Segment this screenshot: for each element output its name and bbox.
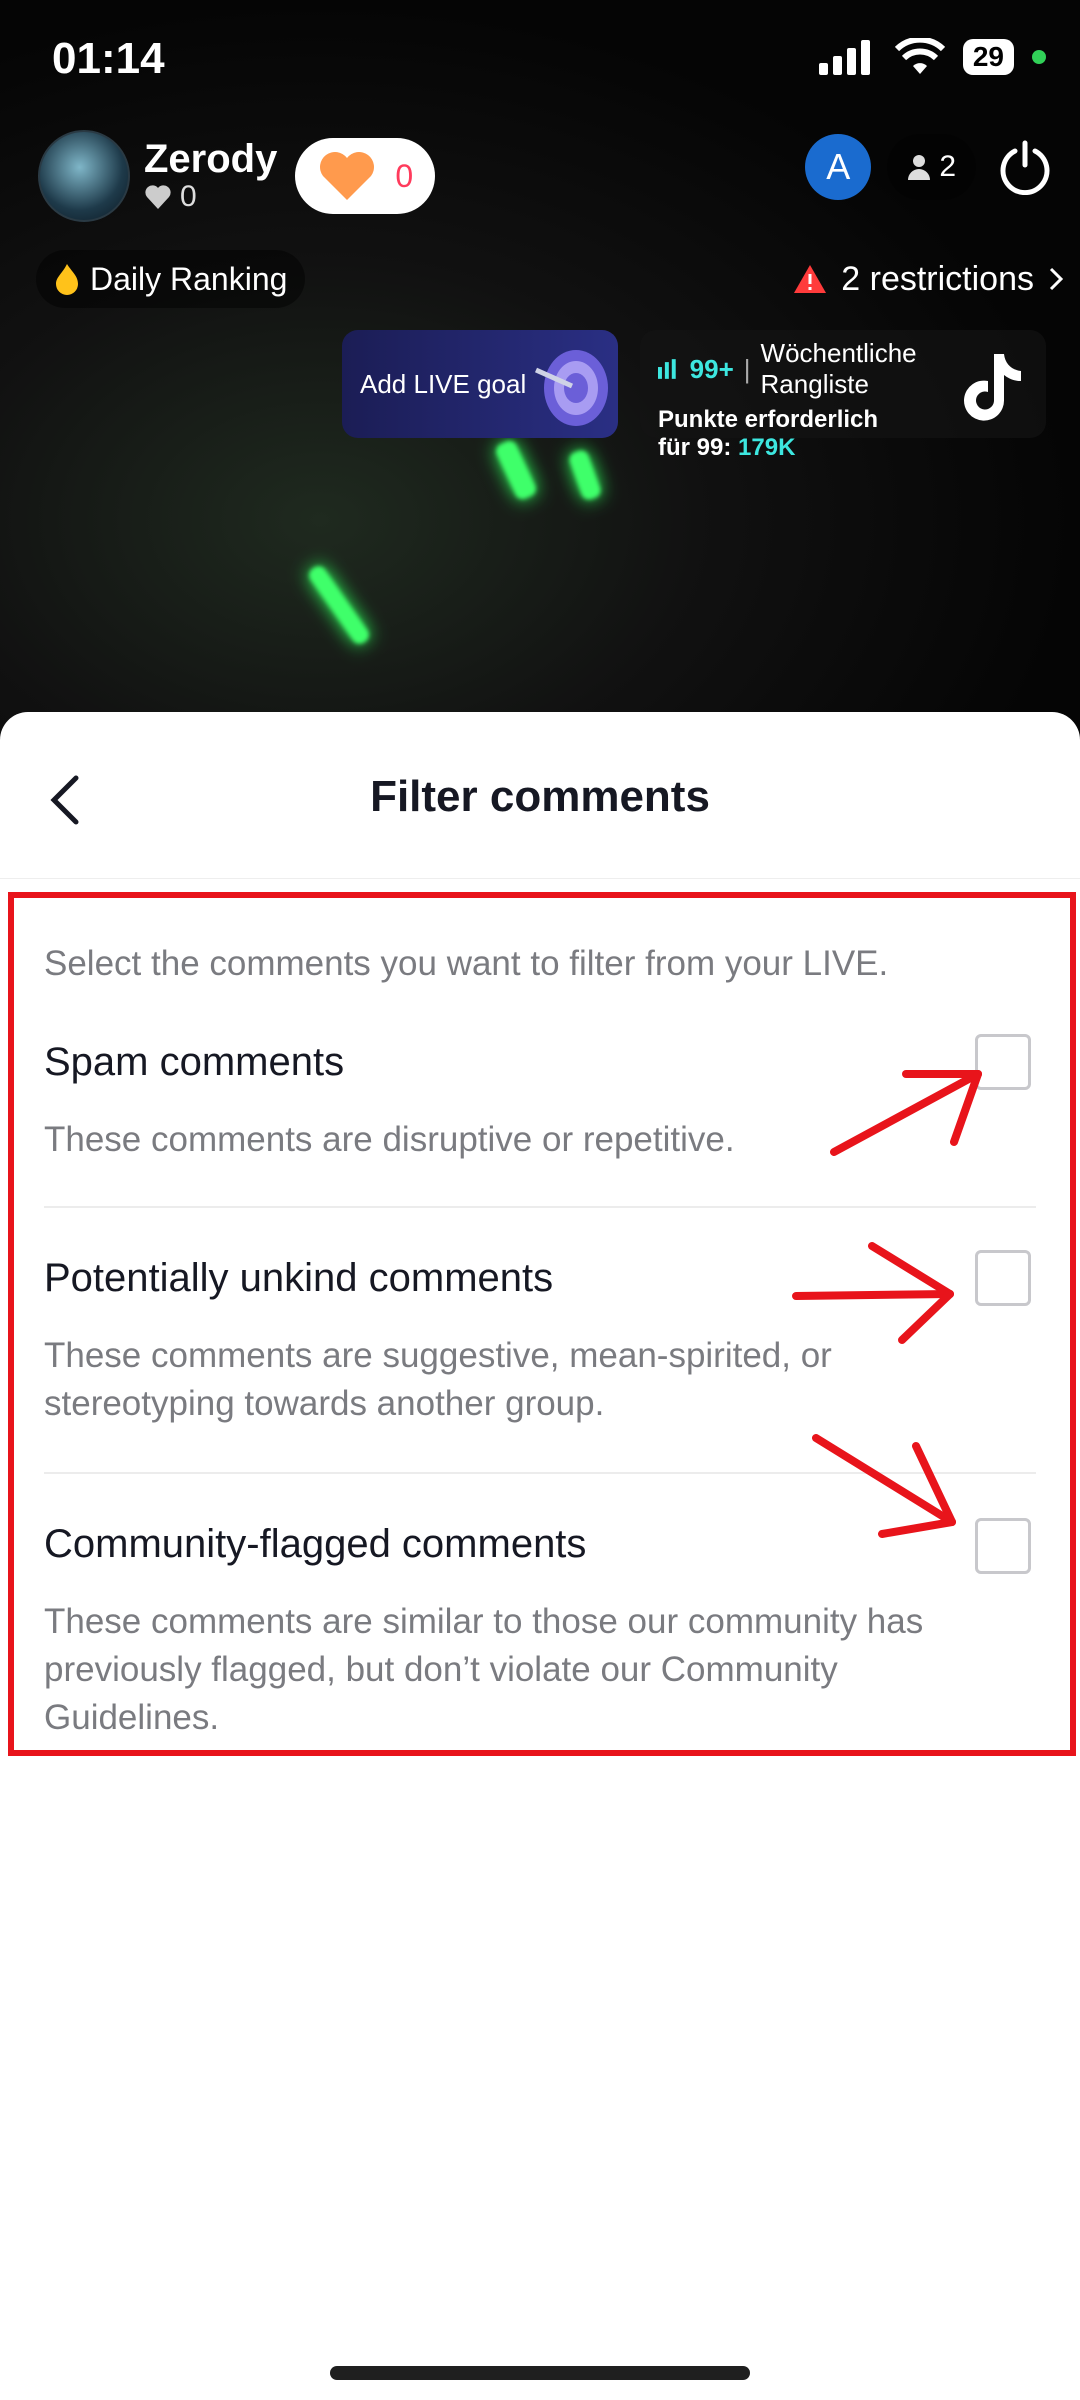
status-icons: 29 xyxy=(817,38,1046,76)
status-time: 01:14 xyxy=(52,34,165,83)
person-icon xyxy=(908,155,931,180)
target-icon xyxy=(534,350,608,426)
weekly-points-value: 179K xyxy=(738,434,796,461)
viewer-count: 2 xyxy=(939,150,956,183)
annotation-arrow-icon xyxy=(812,1434,956,1538)
heart-icon xyxy=(145,185,171,209)
tiktok-logo-icon xyxy=(964,354,1021,421)
host-name: Zerody xyxy=(144,137,278,181)
glow-mark xyxy=(567,448,603,502)
signal-icon xyxy=(818,40,870,75)
daily-ranking-button[interactable]: Daily Ranking xyxy=(36,250,306,308)
gift-pill[interactable]: 0 xyxy=(295,138,436,214)
host-likes-count: 0 xyxy=(180,180,197,213)
battery-indicator: 29 xyxy=(962,39,1014,75)
rank-bars-icon xyxy=(658,359,676,379)
annotation-arrow-icon xyxy=(830,1070,982,1156)
privacy-dot-icon xyxy=(1032,50,1046,64)
power-icon xyxy=(1000,140,1050,195)
warning-icon xyxy=(794,265,827,293)
sheet-title: Filter comments xyxy=(370,772,710,821)
gift-count: 0 xyxy=(395,157,414,194)
wifi-icon xyxy=(894,38,945,74)
restrictions-button[interactable]: 2 restrictions xyxy=(793,250,1064,308)
restrictions-label: 2 restrictions xyxy=(841,259,1034,298)
orange-heart-icon xyxy=(320,152,375,200)
add-live-goal-label: Add LIVE goal xyxy=(360,368,527,399)
weekly-rank: 99+ xyxy=(689,353,734,384)
power-button[interactable] xyxy=(992,134,1058,200)
daily-ranking-label: Daily Ranking xyxy=(90,260,288,297)
glow-mark xyxy=(305,562,373,648)
add-live-goal-card[interactable]: Add LIVE goal xyxy=(342,330,618,438)
viewer-count-pill[interactable]: 2 xyxy=(887,134,976,200)
weekly-ranking-card[interactable]: 99+ | Wöchentliche Rangliste Punkte erfo… xyxy=(640,330,1046,461)
top-right-controls: A 2 xyxy=(805,134,1058,200)
glow-mark xyxy=(493,438,539,502)
chevron-right-icon xyxy=(1049,267,1064,291)
annotation-arrow-icon xyxy=(792,1242,954,1344)
fire-icon xyxy=(56,264,78,295)
home-indicator[interactable] xyxy=(330,2366,750,2380)
host-info[interactable]: Zerody 0 0 xyxy=(38,130,436,222)
host-avatar[interactable] xyxy=(38,130,130,222)
account-badge[interactable]: A xyxy=(805,134,872,200)
weekly-points-for: für 99: xyxy=(658,434,732,461)
sheet-header: Filter comments xyxy=(0,712,1080,879)
